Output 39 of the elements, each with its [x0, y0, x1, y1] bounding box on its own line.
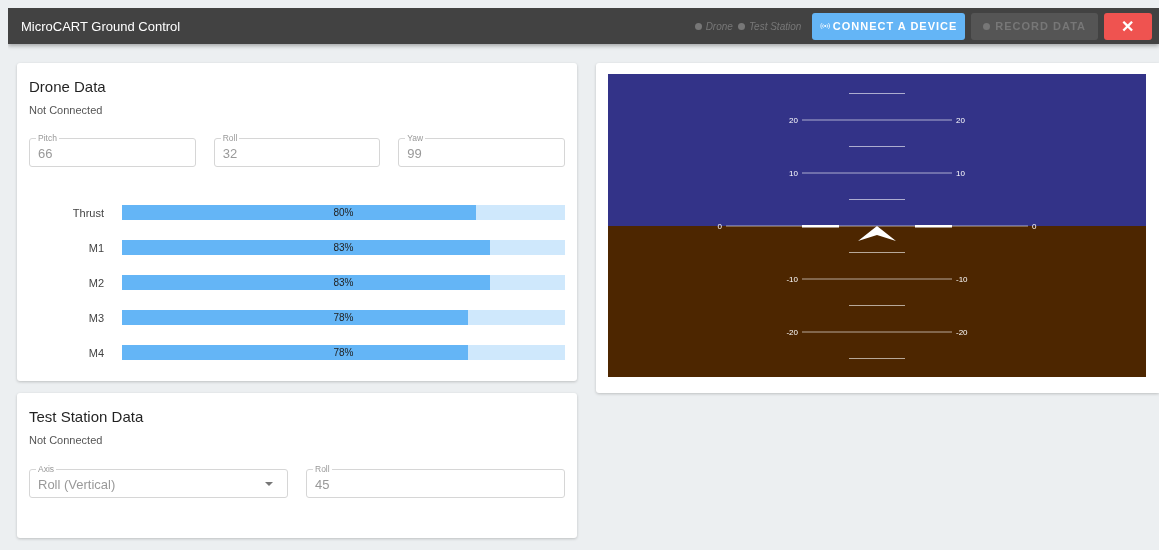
pitch-tick [848, 358, 906, 359]
close-button[interactable]: ✕ [1104, 12, 1152, 40]
pitch-tick [848, 93, 906, 94]
card-title: Test Station Data [29, 408, 145, 425]
pitch-label: -20 [786, 328, 798, 337]
meter-reading: 80% [333, 206, 354, 220]
meter-reading: 78% [333, 346, 354, 360]
meter-reading: 83% [333, 276, 354, 290]
pitch-label: 10 [956, 169, 965, 178]
wing-marker [802, 225, 839, 228]
dropdown-caret-icon [265, 481, 273, 486]
pitch-label: 10 [789, 169, 798, 178]
meter-label: M4 [87, 346, 104, 359]
record-dot-icon [983, 22, 991, 30]
meter-label: M1 [87, 241, 104, 254]
pitch-label: 20 [789, 116, 798, 125]
pitch-tick [848, 146, 906, 147]
pitch-tick [848, 252, 906, 253]
pitch-tick [848, 199, 906, 200]
connection-status: Not Connected [29, 434, 103, 446]
meter-reading: 78% [333, 311, 354, 325]
app-title: MicroCART Ground Control [21, 18, 182, 34]
pitch-label: -10 [956, 275, 968, 284]
broadcast-icon [820, 20, 831, 32]
pitch-label: 0 [1032, 222, 1037, 231]
pitch-tick [848, 305, 906, 306]
wing-marker [915, 225, 952, 228]
connect-button[interactable]: CONNECT A DEVICE [812, 12, 966, 40]
pitch-label: 20 [956, 116, 965, 125]
pitch-label: -10 [786, 275, 798, 284]
pitch-label: -20 [956, 328, 968, 337]
aircraft-chevron-icon [858, 226, 896, 241]
pitch-label: 0 [717, 222, 722, 231]
card-title: Drone Data [29, 78, 107, 95]
meter-label: Thrust [71, 206, 104, 219]
connection-status: Not Connected [29, 104, 103, 116]
meter-reading: 83% [333, 241, 354, 255]
meter-label: M2 [87, 276, 104, 289]
meter-label: M3 [87, 311, 104, 324]
